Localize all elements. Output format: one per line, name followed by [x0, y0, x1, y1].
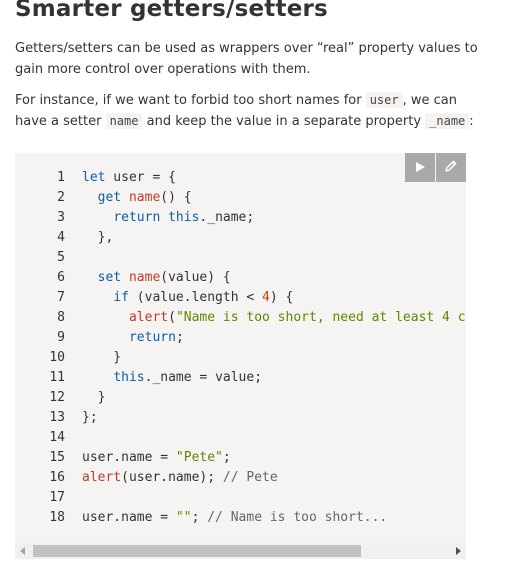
code-line: };: [82, 410, 98, 425]
text-segment: :: [469, 114, 474, 129]
inline-code-user: user: [365, 92, 403, 108]
code-line: return;: [128, 330, 184, 345]
code-line: },: [82, 230, 114, 245]
line-number: 1: [57, 170, 65, 185]
pencil-icon: [444, 158, 458, 177]
line-number: 2: [57, 190, 65, 205]
line-number: 8: [57, 310, 65, 325]
scroll-left-arrow-icon[interactable]: [15, 543, 31, 559]
code-line: user.name = ""; // Name is too short...: [82, 510, 388, 525]
text-segment: and keep the value in a separate propert…: [142, 114, 426, 129]
text-segment: , we can: [402, 93, 457, 108]
line-number: 4: [57, 230, 65, 245]
intro-paragraph: Getters/setters can be used as wrappers …: [15, 38, 478, 80]
scroll-right-arrow-icon[interactable]: [450, 543, 466, 559]
line-number: 18: [49, 510, 65, 525]
code-line: this._name = value;: [113, 370, 263, 385]
inline-code-name: name: [105, 113, 143, 129]
line-number: 7: [57, 290, 65, 305]
play-icon: [414, 158, 426, 177]
horizontal-scrollbar[interactable]: [15, 543, 466, 559]
code-line: }: [82, 350, 122, 365]
code-line: alert("Name is too short, need at least …: [128, 310, 466, 325]
example-line-2: have a setter name and keep the value in…: [15, 111, 474, 132]
line-number: 14: [49, 430, 65, 445]
inline-code-underscore-name: _name: [425, 113, 470, 129]
line-number: 17: [49, 490, 65, 505]
code-line: if (value.length < 4) {: [113, 290, 294, 305]
line-number-gutter: 1 2 3 4 5 6 7 8 9 10 11 12 13 14 15 16 17 18: [15, 153, 70, 543]
line-number: 11: [49, 370, 65, 385]
line-number: 16: [49, 470, 65, 485]
line-number: 12: [49, 390, 65, 405]
line-number: 13: [49, 410, 65, 425]
code-line: }: [82, 390, 106, 405]
text-segment: For instance, if we want to forbid too s…: [15, 93, 366, 108]
intro-line-1: Getters/setters can be used as wrappers …: [15, 41, 478, 56]
line-number: 3: [57, 210, 65, 225]
line-number: 5: [57, 250, 65, 265]
example-line-1: For instance, if we want to forbid too s…: [15, 90, 465, 111]
line-number: 15: [49, 450, 65, 465]
run-button[interactable]: [405, 153, 435, 182]
code-line: let user = {: [82, 170, 176, 185]
code-line: get name() {: [97, 190, 192, 205]
text-segment: have a setter: [15, 114, 106, 129]
code-editor[interactable]: 1 2 3 4 5 6 7 8 9 10 11 12 13 14 15 16 17 18 let user = {…: [15, 153, 466, 543]
edit-button[interactable]: [436, 153, 466, 182]
code-content[interactable]: let user = { get name() { return this._n…: [73, 153, 466, 543]
section-heading: Smarter getters/setters: [15, 0, 328, 22]
line-number: 6: [57, 270, 65, 285]
code-toolbar: [405, 153, 466, 182]
code-line: user.name = "Pete";: [82, 450, 231, 465]
intro-line-2: gain more control over operations with t…: [15, 62, 311, 77]
scrollbar-thumb[interactable]: [33, 545, 361, 557]
code-line: set name(value) {: [97, 270, 231, 285]
line-number: 9: [57, 330, 65, 345]
code-line: alert(user.name); // Pete: [82, 470, 278, 485]
code-line: return this._name;: [113, 210, 255, 225]
line-number: 10: [49, 350, 65, 365]
example-paragraph: For instance, if we want to forbid too s…: [15, 90, 474, 132]
